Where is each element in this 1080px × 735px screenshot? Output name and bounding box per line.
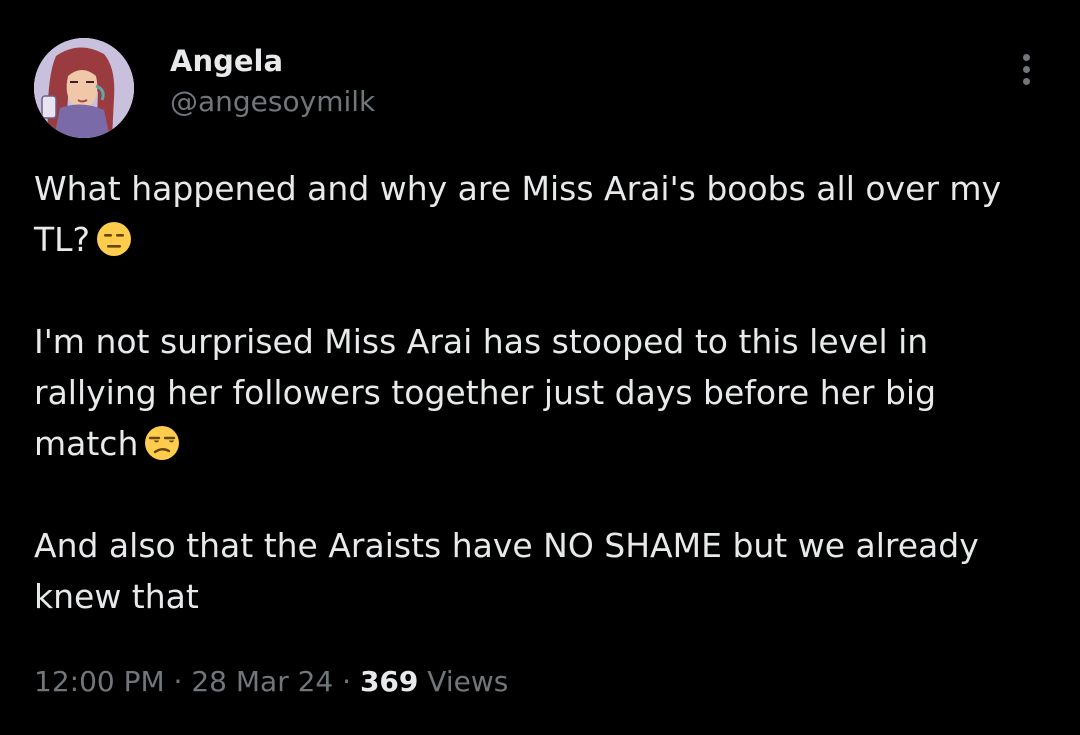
expressionless-face-emoji xyxy=(97,222,132,256)
tweet-time[interactable]: 12:00 PM xyxy=(34,665,165,698)
more-vertical-icon[interactable] xyxy=(1008,54,1044,94)
tweet-date[interactable]: 28 Mar 24 xyxy=(191,665,333,698)
tweet: Angela @angesoymilk What happened and wh… xyxy=(0,0,1080,735)
tweet-meta: 12:00 PM · 28 Mar 24 · 369 Views xyxy=(34,662,508,702)
author-handle[interactable]: @angesoymilk xyxy=(170,84,375,120)
tweet-paragraph-text: What happened and why are Miss Arai's bo… xyxy=(34,169,1002,259)
views-count[interactable]: 369 xyxy=(360,665,418,698)
tweet-paragraph: What happened and why are Miss Arai's bo… xyxy=(34,163,1044,265)
avatar[interactable] xyxy=(34,38,134,138)
author-display-name[interactable]: Angela xyxy=(170,43,283,79)
meta-separator: · xyxy=(333,665,360,698)
views-label[interactable]: Views xyxy=(418,665,508,698)
tweet-paragraph: And also that the Araists have NO SHAME … xyxy=(34,520,1044,622)
tweet-body: What happened and why are Miss Arai's bo… xyxy=(34,163,1044,622)
avatar-illustration xyxy=(34,38,134,138)
tweet-paragraph-text: And also that the Araists have NO SHAME … xyxy=(34,526,979,616)
meta-separator: · xyxy=(164,665,192,698)
unamused-face-emoji xyxy=(145,426,180,460)
tweet-paragraph: I'm not surprised Miss Arai has stooped … xyxy=(34,316,1044,469)
